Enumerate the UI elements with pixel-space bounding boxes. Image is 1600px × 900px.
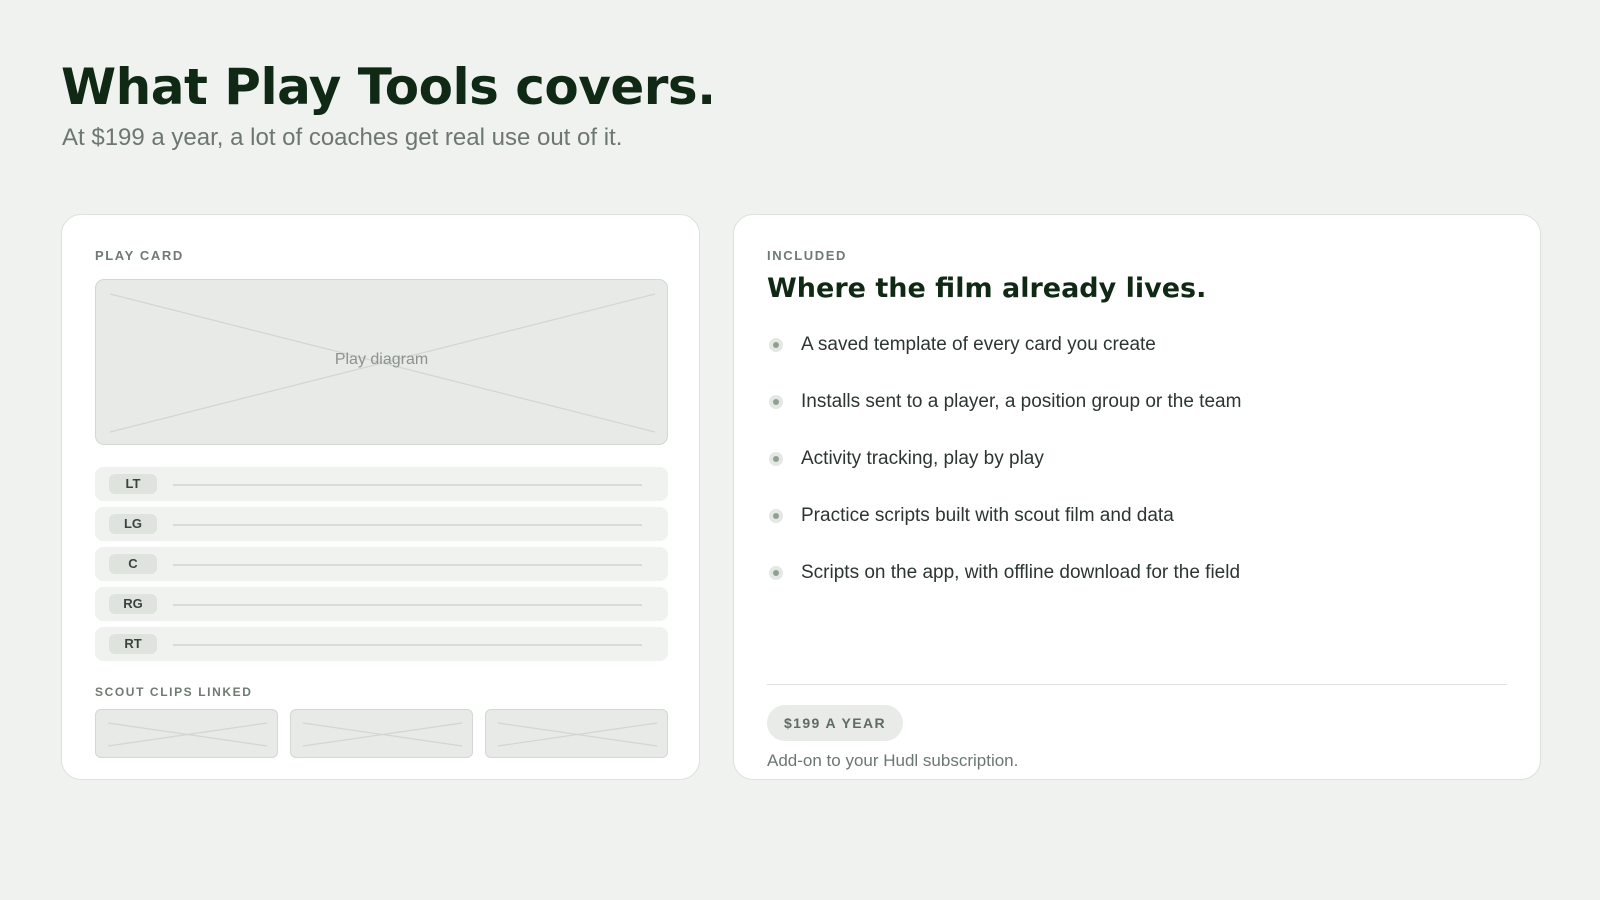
position-row: RT <box>95 627 668 661</box>
placeholder-cross-icon <box>107 722 268 747</box>
included-panel: INCLUDED Where the film already lives. A… <box>733 214 1541 780</box>
placeholder-cross-icon <box>302 722 463 747</box>
feature-item: Scripts on the app, with offline downloa… <box>767 561 1241 618</box>
assignment-line <box>173 604 642 606</box>
feature-text: Activity tracking, play by play <box>801 448 1044 469</box>
position-tag: RT <box>109 634 157 654</box>
page-subtitle: At $199 a year, a lot of coaches get rea… <box>62 124 623 151</box>
feature-item: Practice scripts built with scout film a… <box>767 504 1241 561</box>
feature-text: Scripts on the app, with offline downloa… <box>801 562 1241 583</box>
feature-text: Installs sent to a player, a position gr… <box>801 391 1242 412</box>
bullet-icon <box>769 566 783 580</box>
included-heading: Where the film already lives. <box>767 273 1207 304</box>
play-card-eyebrow: PLAY CARD <box>95 248 184 263</box>
bullet-icon <box>769 452 783 466</box>
bullet-icon <box>769 395 783 409</box>
play-diagram-label: Play diagram <box>334 351 429 368</box>
feature-text: Practice scripts built with scout film a… <box>801 505 1174 526</box>
scout-clip-thumbnail[interactable] <box>95 709 278 758</box>
feature-item: A saved template of every card you creat… <box>767 333 1241 390</box>
included-eyebrow: INCLUDED <box>767 248 847 263</box>
scout-clip-thumbnail[interactable] <box>485 709 668 758</box>
position-tag: LG <box>109 514 157 534</box>
page: What Play Tools covers. At $199 a year, … <box>0 0 1600 900</box>
bullet-icon <box>769 338 783 352</box>
feature-item: Activity tracking, play by play <box>767 447 1241 504</box>
scout-clips-label: SCOUT CLIPS LINKED <box>95 685 253 699</box>
position-row: C <box>95 547 668 581</box>
position-row: LT <box>95 467 668 501</box>
bullet-icon <box>769 509 783 523</box>
assignment-line <box>173 484 642 486</box>
position-tag: RG <box>109 594 157 614</box>
position-rows: LT LG C RG RT <box>95 467 668 667</box>
scout-clips <box>95 709 668 758</box>
play-diagram-placeholder: Play diagram <box>95 279 668 445</box>
price-badge: $199 A YEAR <box>767 705 904 741</box>
feature-text: A saved template of every card you creat… <box>801 334 1156 355</box>
divider <box>767 684 1507 685</box>
price-note: Add-on to your Hudl subscription. <box>767 751 1019 770</box>
assignment-line <box>173 524 642 526</box>
position-row: RG <box>95 587 668 621</box>
position-row: LG <box>95 507 668 541</box>
position-tag: LT <box>109 474 157 494</box>
assignment-line <box>173 644 642 646</box>
feature-item: Installs sent to a player, a position gr… <box>767 390 1241 447</box>
scout-clip-thumbnail[interactable] <box>290 709 473 758</box>
assignment-line <box>173 564 642 566</box>
page-title: What Play Tools covers. <box>61 58 716 116</box>
position-tag: C <box>109 554 157 574</box>
feature-list: A saved template of every card you creat… <box>767 333 1241 618</box>
placeholder-cross-icon <box>497 722 658 747</box>
play-card-panel: PLAY CARD Play diagram LT LG C RG RT SCOUT C… <box>61 214 700 780</box>
